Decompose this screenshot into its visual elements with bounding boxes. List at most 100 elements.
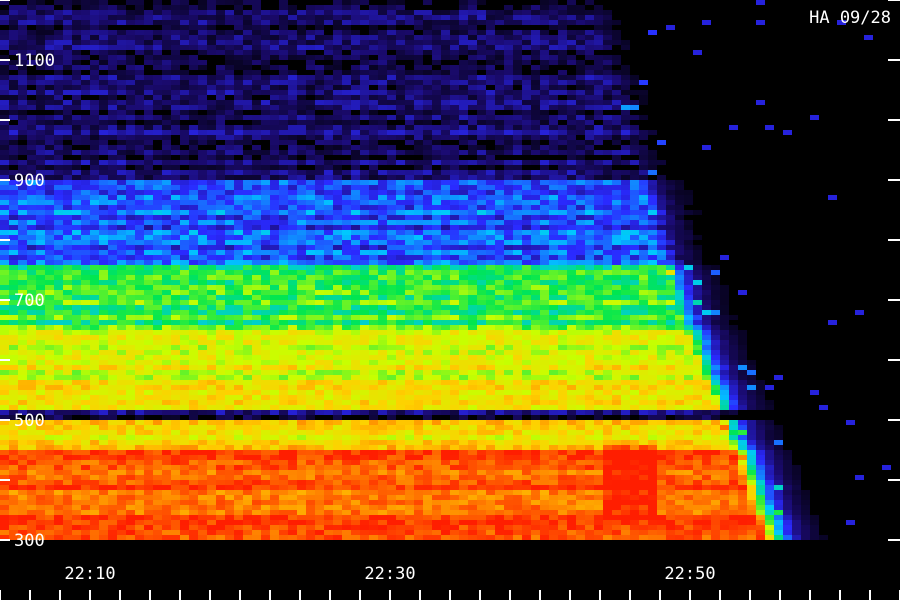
heatmap-cell: [459, 205, 468, 210]
heatmap-cell: [153, 200, 162, 205]
heatmap-cell: [27, 130, 36, 135]
heatmap-cell: [468, 60, 477, 65]
heatmap-cell: [279, 200, 288, 205]
heatmap-cell: [486, 80, 495, 85]
heatmap-cell: [279, 220, 288, 225]
heatmap-cell: [531, 150, 540, 155]
heatmap-cell: [585, 180, 594, 185]
heatmap-cell: [369, 265, 378, 270]
heatmap-cell: [342, 30, 351, 35]
heatmap-cell: [459, 220, 468, 225]
heatmap-cell: [315, 240, 324, 245]
heatmap-cell: [612, 160, 621, 165]
heatmap-cell: [468, 320, 477, 325]
heatmap-cell: [621, 310, 630, 315]
heatmap-cell: [225, 155, 234, 160]
heatmap-cell: [477, 250, 486, 255]
heatmap-cell: [252, 300, 261, 305]
heatmap-cell: [639, 150, 648, 155]
heatmap-cell: [531, 305, 540, 310]
heatmap-cell: [540, 240, 549, 245]
heatmap-cell: [0, 150, 9, 155]
heatmap-cell: [279, 30, 288, 35]
heatmap-cell: [522, 330, 531, 335]
heatmap-cell: [387, 0, 396, 5]
heatmap-cell: [90, 235, 99, 240]
heatmap-cell: [432, 20, 441, 25]
heatmap-cell: [360, 70, 369, 75]
heatmap-cell: [567, 260, 576, 265]
heatmap-cell: [486, 35, 495, 40]
heatmap-cell: [711, 270, 720, 275]
heatmap-cell: [387, 40, 396, 45]
heatmap-cell: [513, 225, 522, 230]
heatmap-cell: [648, 220, 657, 225]
heatmap-cell: [567, 265, 576, 270]
heatmap-cell: [414, 325, 423, 330]
heatmap-cell: [36, 335, 45, 340]
heatmap-cell: [486, 60, 495, 65]
heatmap-cell: [279, 315, 288, 320]
heatmap-cell: [486, 265, 495, 270]
heatmap-cell: [90, 40, 99, 45]
heatmap-cell: [486, 350, 495, 355]
heatmap-cell: [549, 295, 558, 300]
heatmap-cell: [189, 315, 198, 320]
heatmap-cell: [135, 350, 144, 355]
heatmap-cell: [351, 205, 360, 210]
heatmap-cell: [108, 90, 117, 95]
heatmap-cell: [396, 225, 405, 230]
heatmap-cell: [567, 5, 576, 10]
heatmap-cell: [162, 135, 171, 140]
heatmap-cell: [108, 305, 117, 310]
heatmap-cell: [45, 250, 54, 255]
heatmap-cell: [342, 160, 351, 165]
heatmap-cell: [81, 135, 90, 140]
heatmap-cell: [144, 95, 153, 100]
heatmap-cell: [387, 350, 396, 355]
heatmap-cell: [504, 225, 513, 230]
heatmap-cell: [675, 195, 684, 200]
heatmap-cell: [684, 210, 693, 215]
heatmap-cell: [585, 160, 594, 165]
heatmap-cell: [18, 35, 27, 40]
heatmap-cell: [549, 150, 558, 155]
heatmap-cell: [144, 255, 153, 260]
heatmap-cell: [369, 225, 378, 230]
heatmap-cell: [243, 190, 252, 195]
heatmap-cell: [306, 265, 315, 270]
heatmap-cell: [639, 230, 648, 235]
heatmap-cell: [360, 75, 369, 80]
heatmap-cell: [387, 235, 396, 240]
heatmap-cell: [180, 200, 189, 205]
heatmap-cell: [45, 170, 54, 175]
heatmap-cell: [405, 210, 414, 215]
heatmap-cell: [171, 30, 180, 35]
heatmap-cell: [153, 325, 162, 330]
heatmap-cell: [387, 330, 396, 335]
heatmap-cell: [36, 115, 45, 120]
heatmap-cell: [270, 305, 279, 310]
heatmap-cell: [252, 125, 261, 130]
heatmap-cell: [648, 280, 657, 285]
heatmap-cell: [414, 50, 423, 55]
heatmap-cell: [234, 110, 243, 115]
heatmap-cell: [630, 145, 639, 150]
heatmap-cell: [63, 220, 72, 225]
heatmap-cell: [522, 240, 531, 245]
heatmap-cell: [144, 120, 153, 125]
heatmap-cell: [414, 265, 423, 270]
heatmap-cell: [261, 235, 270, 240]
heatmap-cell: [603, 210, 612, 215]
heatmap-cell: [189, 40, 198, 45]
heatmap-cell: [270, 295, 279, 300]
heatmap-cell: [558, 55, 567, 60]
heatmap-cell: [36, 80, 45, 85]
heatmap-cell: [171, 90, 180, 95]
heatmap-cell: [117, 100, 126, 105]
heatmap-cell: [423, 105, 432, 110]
heatmap-cell: [9, 235, 18, 240]
heatmap-cell: [261, 110, 270, 115]
heatmap-cell: [108, 40, 117, 45]
heatmap-cell: [405, 10, 414, 15]
